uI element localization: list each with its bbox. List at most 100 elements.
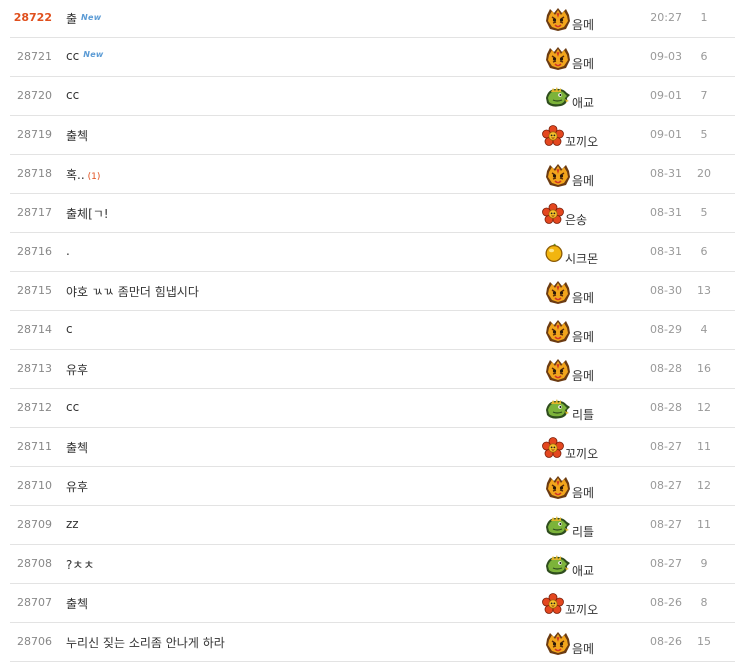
author-link[interactable]: 음메	[545, 471, 594, 503]
post-title: 출	[66, 12, 78, 26]
table-row[interactable]: 28722 출 New 음메 20:27 1	[10, 0, 735, 38]
author-link[interactable]: 음메	[545, 42, 594, 74]
post-number: 28714	[17, 323, 52, 336]
author-name: 꼬끼오	[565, 602, 599, 617]
post-date: 08-31	[650, 245, 682, 258]
post-number: 28708	[17, 557, 52, 570]
post-date: 08-27	[650, 518, 682, 531]
tiger-icon	[545, 475, 571, 499]
table-row[interactable]: 28710 유후 음메 08-27 12	[10, 467, 735, 506]
post-title-link[interactable]: 혹.. (1)	[66, 166, 100, 183]
post-number: 28718	[17, 167, 52, 180]
author-name: 꼬끼오	[565, 446, 599, 461]
author-link[interactable]: 리틀	[545, 510, 594, 542]
new-badge: New	[83, 50, 104, 59]
author-name: 애교	[572, 95, 595, 110]
post-title-link[interactable]: cc New	[66, 49, 104, 63]
post-number: 28712	[17, 401, 52, 414]
post-title-link[interactable]: .	[66, 244, 70, 258]
table-row[interactable]: 28719 출첵 꼬끼오 09-01 5	[10, 116, 735, 155]
author-link[interactable]: 애교	[545, 549, 594, 581]
tiger-icon	[545, 319, 571, 343]
author-link[interactable]: 꼬끼오	[542, 588, 598, 620]
table-row[interactable]: 28714 c 음메 08-29 4	[10, 311, 735, 350]
tiger-icon	[545, 631, 571, 655]
table-row[interactable]: 28709 zz 리틀 08-27 11	[10, 506, 735, 545]
table-row[interactable]: 28721 cc New 음메 09-03 6	[10, 38, 735, 77]
flower-icon	[542, 203, 564, 225]
post-date: 08-29	[650, 323, 682, 336]
post-number: 28713	[17, 362, 52, 375]
table-row[interactable]: 28708 ?ㅊㅊ 애교 08-27 9	[10, 545, 735, 584]
post-title-link[interactable]: 출첵	[66, 127, 88, 144]
post-title-link[interactable]: 출첵	[66, 439, 88, 456]
post-date: 08-30	[650, 284, 682, 297]
post-title-link[interactable]: zz	[66, 517, 79, 531]
post-date: 09-03	[650, 50, 682, 63]
post-title-link[interactable]: 출체[ㄱ!	[66, 205, 109, 222]
tiger-icon	[545, 7, 571, 31]
post-title: cc	[66, 49, 80, 63]
post-date: 09-01	[650, 89, 682, 102]
table-row[interactable]: 28717 출체[ㄱ! 은송 08-31 5	[10, 194, 735, 233]
author-name: 음메	[572, 17, 595, 32]
post-date: 08-28	[650, 401, 682, 414]
post-number: 28715	[17, 284, 52, 297]
post-title: cc	[66, 400, 80, 414]
author-name: 음메	[572, 56, 595, 71]
post-title-link[interactable]: 출 New	[66, 10, 101, 27]
tiger-icon	[545, 46, 571, 70]
post-title: 출체[ㄱ!	[66, 207, 109, 221]
post-title-link[interactable]: 누리신 짖는 소리좀 안나게 하라	[66, 634, 225, 651]
dragon-icon	[545, 515, 571, 537]
post-title-link[interactable]: 유후	[66, 361, 88, 378]
author-link[interactable]: 꼬끼오	[542, 432, 598, 464]
post-number: 28717	[17, 206, 52, 219]
table-row[interactable]: 28715 야호 ㄳㄳ 좀만더 힘냅시다 음메 08-30 13	[10, 272, 735, 311]
post-date: 08-26	[650, 635, 682, 648]
view-count: 11	[697, 518, 711, 531]
post-title-link[interactable]: c	[66, 322, 73, 336]
tiger-icon	[545, 358, 571, 382]
table-row[interactable]: 28712 cc 리틀 08-28 12	[10, 389, 735, 428]
author-link[interactable]: 꼬끼오	[542, 120, 598, 152]
author-link[interactable]: 애교	[545, 81, 594, 113]
table-row[interactable]: 28713 유후 음메 08-28 16	[10, 350, 735, 389]
post-title-link[interactable]: 야호 ㄳㄳ 좀만더 힘냅시다	[66, 283, 199, 300]
table-row[interactable]: 28706 누리신 짖는 소리좀 안나게 하라 음메 08-26 15	[10, 623, 735, 662]
author-link[interactable]: 은송	[542, 198, 587, 230]
view-count: 20	[697, 167, 711, 180]
author-link[interactable]: 음메	[545, 276, 594, 308]
view-count: 15	[697, 635, 711, 648]
table-row[interactable]: 28707 출첵 꼬끼오 08-26 8	[10, 584, 735, 623]
table-row[interactable]: 28711 출첵 꼬끼오 08-27 11	[10, 428, 735, 467]
bell-icon	[544, 243, 564, 263]
view-count: 9	[700, 557, 708, 570]
author-link[interactable]: 리틀	[545, 393, 594, 425]
author-link[interactable]: 음메	[545, 3, 594, 35]
post-title-link[interactable]: 출첵	[66, 595, 88, 612]
author-name: 리틀	[572, 524, 595, 539]
comment-count[interactable]: (1)	[88, 172, 101, 182]
post-title-link[interactable]: cc	[66, 88, 79, 102]
author-link[interactable]: 시크몬	[544, 237, 598, 269]
post-number: 28719	[17, 128, 52, 141]
table-row[interactable]: 28716 . 시크몬 08-31 6	[10, 233, 735, 272]
dragon-icon	[545, 398, 571, 420]
table-row[interactable]: 28720 cc 애교 09-01 7	[10, 77, 735, 116]
author-link[interactable]: 음메	[545, 159, 594, 191]
table-row[interactable]: 28718 혹.. (1) 음메 08-31 20	[10, 155, 735, 194]
flower-icon	[542, 125, 564, 147]
author-name: 은송	[565, 212, 588, 227]
post-title: 혹..	[66, 168, 85, 182]
post-date: 08-27	[650, 557, 682, 570]
post-title-link[interactable]: ?ㅊㅊ	[66, 556, 94, 573]
post-title-link[interactable]: 유후	[66, 478, 88, 495]
post-title-link[interactable]: cc	[66, 400, 79, 414]
author-link[interactable]: 음메	[545, 354, 594, 386]
author-link[interactable]: 음메	[545, 627, 594, 659]
author-link[interactable]: 음메	[545, 315, 594, 347]
post-title: 출첵	[66, 597, 89, 611]
post-number: 28709	[17, 518, 52, 531]
view-count: 5	[700, 128, 708, 141]
